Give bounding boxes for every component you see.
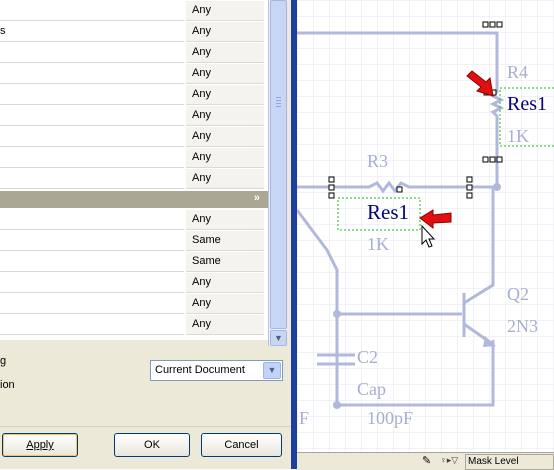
filter-icon[interactable]: ♀▸▽ [440,455,458,466]
row-value[interactable]: Any [192,130,211,142]
grid-row[interactable]: Any [0,147,268,168]
find-similar-dialog: Any s Any Any Any Any Any Any Any Any » A… [0,0,291,469]
grid-row[interactable]: Same [0,230,268,251]
chevron-down-icon[interactable]: ▼ [263,362,281,379]
button-bar: Apply OK Cancel [0,426,291,469]
r4-value[interactable]: 1K [507,126,529,147]
c2-value[interactable]: 100pF [367,408,413,429]
edge-label: F [299,408,310,428]
mask-level-button[interactable]: Mask Level [465,454,554,470]
row-value[interactable]: Any [192,4,211,16]
row-value[interactable]: Same [192,255,221,267]
row-value[interactable]: Any [192,297,211,309]
properties-grid: Any s Any Any Any Any Any Any Any Any » A… [0,0,268,340]
row-value[interactable]: Any [192,109,211,121]
c2-comment[interactable]: Cap [357,379,386,400]
cancel-button[interactable]: Cancel [201,433,282,457]
grid-scrollbar[interactable]: ▼ [268,0,287,346]
row-value[interactable]: Any [192,318,211,330]
row-value[interactable]: Any [192,46,211,58]
row-value[interactable]: Any [192,172,211,184]
row-value[interactable]: Any [192,88,211,100]
grid-row[interactable]: Any [0,168,268,189]
status-bar: ✎ ♀▸▽ Mask Level [297,452,554,470]
c2-designator[interactable]: C2 [357,347,378,368]
grid-row[interactable]: Any [0,42,268,63]
scroll-down-button[interactable]: ▼ [270,330,287,346]
grid-row[interactable]: Any [0,0,268,21]
grid-row[interactable]: Any [0,209,268,230]
r4-comment[interactable]: Res1 [507,93,547,116]
grid-row[interactable]: Any [0,293,268,314]
grid-row[interactable]: s Any [0,21,268,42]
row-value[interactable]: Any [192,213,211,225]
grid-row[interactable]: Any [0,314,268,335]
r3-value[interactable]: 1K [367,234,389,255]
row-value[interactable]: Any [192,25,211,37]
row-label: s [0,25,6,37]
q2-designator[interactable]: Q2 [507,284,529,305]
grid-row[interactable]: Any [0,105,268,126]
r3-designator[interactable]: R3 [367,151,388,172]
grid-row[interactable]: Any [0,272,268,293]
q2-comment[interactable]: 2N3 [507,316,538,337]
pencil-icon[interactable]: ✎ [422,454,431,467]
scope-value: Current Document [155,364,245,376]
ok-button[interactable]: OK [114,433,190,457]
apply-label: Apply [26,439,54,451]
grid-row[interactable]: Any [0,63,268,84]
row-value[interactable]: Same [192,234,221,246]
scope-dropdown[interactable]: Current Document ▼ [150,360,283,381]
row-value[interactable]: Any [192,67,211,79]
apply-button[interactable]: Apply [2,433,78,457]
schematic-canvas[interactable]: R4 Res1 1K R3 Res1 1K Q2 2N3 C2 Cap 100p… [297,0,554,469]
collapse-chevron-icon[interactable]: » [254,192,260,204]
r4-designator[interactable]: R4 [507,62,528,83]
option-label: ion [0,379,15,391]
grip-icon [276,97,281,107]
group-header[interactable]: » [0,191,268,208]
option-label: g [0,355,7,367]
scrollbar-thumb[interactable] [270,0,287,329]
grid-row[interactable]: Any [0,84,268,105]
grid-row[interactable]: Same [0,251,268,272]
r3-comment[interactable]: Res1 [367,200,409,225]
row-value[interactable]: Any [192,151,211,163]
grid-row[interactable]: Any [0,126,268,147]
row-value[interactable]: Any [192,276,211,288]
